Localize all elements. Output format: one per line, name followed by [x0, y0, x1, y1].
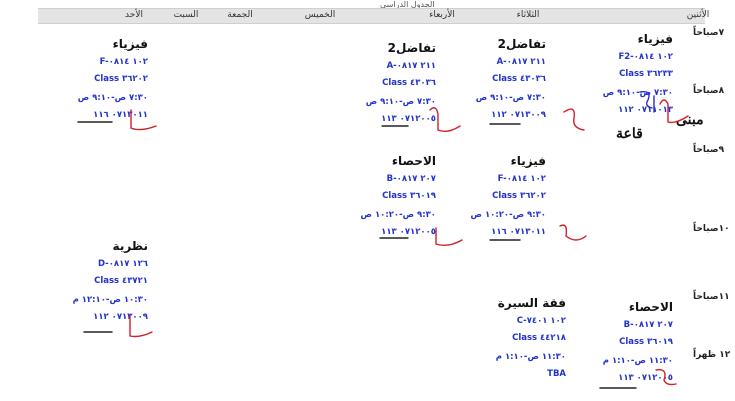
class-time: ٧:٣٠ ص-٩:١٠ ص: [77, 93, 148, 103]
class-room: ٠٧١٣٠٠٩ ١١٢: [93, 312, 148, 322]
class-title: فيزياء: [510, 154, 546, 168]
days-header-bar: الأثنين الثلاثاء الأربعاء الخميس الجمعة …: [38, 8, 709, 24]
handwritten-note-room: قاعة: [616, 126, 643, 142]
class-section: F2-١٠٢ ٠٨١٤: [618, 52, 673, 62]
class-title: نظرية: [112, 239, 148, 253]
class-room: ٠٧١٣٠١١ ١١٦: [93, 110, 148, 120]
day-friday: الجمعة: [227, 10, 253, 20]
class-title: فيزياء: [112, 37, 148, 51]
class-title: فيزياء: [637, 32, 673, 46]
class-section: D-١٢٦ ٠٨١٧: [97, 259, 148, 269]
day-sunday: الأحد: [125, 10, 143, 20]
day-tuesday: الثلاثاء: [516, 10, 540, 20]
class-number: Class ٣٦٢٠٢: [492, 191, 546, 201]
time-slot-9am: ٩صباحاً: [693, 145, 725, 155]
class-title: الاحصاء: [391, 154, 436, 168]
class-number: Class ٣٦٢٣٣: [619, 69, 673, 79]
class-time: ٧:٣٠ ص-٩:١٠ ص: [602, 88, 673, 98]
class-time: ٩:٣٠ ص-١٠:٢٠ ص: [360, 210, 436, 220]
class-section: C-١٠٢ ٧٤٠١: [516, 316, 566, 326]
class-title: تفاضل2: [497, 37, 546, 51]
time-slot-8am: ٨صباحاً: [693, 86, 725, 96]
time-slot-12pm: ١٢ ظهراً: [693, 350, 731, 360]
class-time: ١١:٣٠ ص-١:١٠ م: [495, 352, 566, 362]
day-thursday: الخميس: [304, 10, 336, 20]
class-section: A-٢١١ ٠٨١٧: [496, 57, 546, 67]
class-time: ١٠:٣٠ ص-١٢:١٠ م: [72, 295, 148, 305]
day-wednesday: الأربعاء: [429, 10, 455, 20]
class-time: ١١:٣٠ ص-١:١٠ م: [602, 356, 673, 366]
class-room: TBA: [547, 369, 566, 379]
time-slot-7am: ٧صباحاً: [693, 28, 725, 38]
class-title: فقة السيرة: [497, 296, 566, 310]
class-number: Class ٤٣٠٣٦: [492, 74, 546, 84]
class-time: ٩:٣٠ ص-١٠:٢٠ ص: [470, 210, 546, 220]
day-saturday: السبت: [173, 10, 199, 20]
class-number: Class ٣٦٢٠٢: [94, 74, 148, 84]
class-section: F-١٠٢ ٠٨١٤: [497, 174, 546, 184]
class-room: ٠٧١٢٠٠٥ ١١٣: [381, 227, 436, 237]
time-slot-10am: ١٠صباحاً: [693, 224, 730, 234]
class-room: ٠٧١٢٠٠٥ ١١٣: [618, 373, 673, 383]
day-monday: الأثنين: [686, 10, 710, 20]
class-room: ٠٧١٣٠١١ ١١٦: [491, 227, 546, 237]
class-time: ٧:٣٠ ص-٩:١٠ ص: [475, 93, 546, 103]
class-number: Class ٣٦٠١٩: [619, 337, 673, 347]
class-title: تفاضل2: [387, 41, 436, 55]
class-number: Class ٤٣٧٢١: [94, 276, 148, 286]
class-number: Class ٣٦٠١٩: [382, 191, 436, 201]
handwritten-note-building: مبنى: [676, 112, 704, 128]
time-slot-11am: ١١صباحاً: [693, 292, 730, 302]
class-room: ٠٧١١٠١٣ ١١٢: [618, 105, 673, 115]
class-number: Class ٤٤٢١٨: [512, 333, 566, 343]
class-section: F-١٠٢ ٠٨١٤: [99, 57, 148, 67]
class-number: Class ٤٣٠٣٦: [382, 78, 436, 88]
class-time: ٧:٣٠ ص-٩:١٠ ص: [365, 97, 436, 107]
class-section: B-٢٠٧ ٠٨١٧: [386, 174, 436, 184]
class-room: ٠٧١٢٠٠٥ ١١٣: [381, 114, 436, 124]
class-title: الاحصاء: [628, 300, 673, 314]
class-section: A-٢١١ ٠٨١٧: [386, 61, 436, 71]
class-room: ٠٧١٣٠٠٩ ١١٢: [491, 110, 546, 120]
class-section: B-٢٠٧ ٠٨١٧: [623, 320, 673, 330]
